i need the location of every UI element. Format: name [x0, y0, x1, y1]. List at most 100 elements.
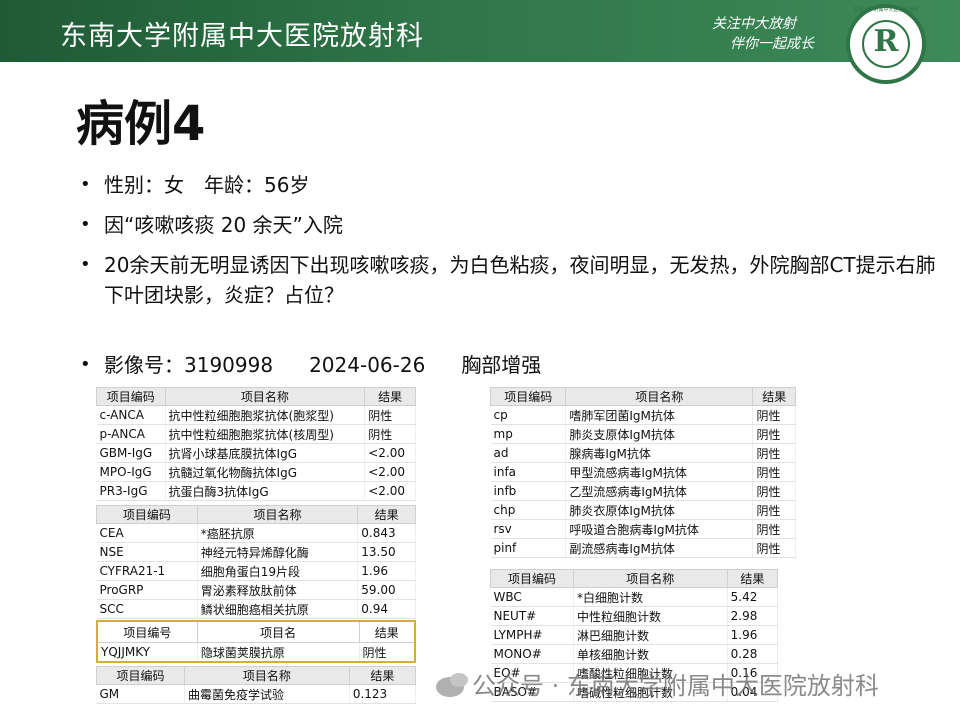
table-cell: 曲霉菌免疫学试验 [184, 684, 350, 704]
column-header: 项目编码 [489, 387, 567, 406]
table-row: WBC *白细胞计数 5.42 [490, 587, 779, 607]
page-title: 病例4 [76, 96, 206, 152]
column-header: 项目编码 [96, 505, 198, 524]
table-cell: 胃泌素释放肽前体 [197, 580, 359, 600]
table-cell: LYMPH# [490, 625, 574, 645]
table-cell: 细胞角蛋白19片段 [197, 561, 359, 581]
table-row: infa 甲型流感病毒IgM抗体 阴性 [490, 462, 796, 482]
table-row: CYFRA21-1 细胞角蛋白19片段 1.96 [96, 561, 416, 581]
table-cell: 呼吸道合胞病毒IgM抗体 [565, 519, 754, 539]
igm-antibody-table: 项目编码 项目名称 结果 cp 嗜肺军团菌IgM抗体 阴性 mp 肺炎支原体IgM抗体 阴性 ad… [489, 387, 796, 558]
table-header-row: 项目编码 项目名称 结果 [489, 387, 796, 406]
table-cell: 单核细胞计数 [573, 644, 728, 664]
table-cell: SCC [96, 599, 198, 619]
table-row: NSE 神经元特异烯醇化酶 13.50 [96, 542, 416, 562]
table-cell: cp [490, 405, 567, 425]
table-row: chp 肺炎衣原体IgM抗体 阴性 [490, 500, 796, 520]
column-header: 项目编码 [490, 569, 574, 588]
table-cell: 嗜肺军团菌IgM抗体 [565, 405, 754, 425]
table-cell: 甲型流感病毒IgM抗体 [565, 462, 754, 482]
table-row: YQJJMKY 隐球菌荚膜抗原 阴性 [97, 642, 416, 663]
slogan-line-2: 伴你一起成长 [730, 36, 814, 52]
table-cell: pinf [490, 538, 567, 558]
table-cell: <2.00 [364, 462, 416, 482]
table-cell: mp [490, 424, 567, 444]
table-cell: 抗中性粒细胞胞浆抗体(核周型) [165, 424, 366, 444]
header-title: 东南大学附属中大医院放射科 [60, 21, 424, 52]
table-cell: 阴性 [752, 519, 796, 539]
wechat-watermark: 公众号 · 东南大学附属中大医院放射科 [436, 666, 879, 701]
table-cell: 2.98 [727, 606, 779, 626]
table-cell: CEA [96, 523, 198, 543]
table-row: NEUT# 中性粒细胞计数 2.98 [490, 606, 779, 626]
table-cell: 鳞状细胞癌相关抗原 [197, 599, 359, 619]
column-header: 结果 [357, 505, 416, 524]
table-cell: infb [490, 481, 567, 501]
table-cell: ad [490, 443, 567, 463]
table-cell: 1.96 [727, 625, 779, 645]
table-cell: GBM-IgG [96, 443, 166, 463]
table-header-row: 项目编码 项目名称 结果 [96, 387, 416, 406]
cryptococcus-table: 项目编号 项目名 结果 YQJJMKY 隐球菌荚膜抗原 阴性 [96, 620, 416, 663]
table-row: SCC 鳞状细胞癌相关抗原 0.94 [96, 599, 416, 619]
table-header-row: 项目编码 项目名称 结果 [490, 569, 779, 588]
table-cell: GM [96, 684, 186, 704]
logo-glyph: R [873, 24, 899, 59]
table-cell: NEUT# [490, 606, 574, 626]
table-header-row: 项目编码 项目名称 结果 [95, 666, 417, 685]
table-row: rsv 呼吸道合胞病毒IgM抗体 阴性 [490, 519, 796, 539]
wechat-icon [436, 673, 468, 697]
table-cell: c-ANCA [96, 405, 166, 425]
header-slogan: 关注中大放射 伴你一起成长 [712, 14, 814, 54]
column-header: 结果 [358, 620, 416, 643]
table-cell: 阴性 [752, 424, 796, 444]
table-cell: 59.00 [357, 580, 416, 600]
table-row: MONO# 单核细胞计数 0.28 [490, 644, 779, 664]
table-cell: MONO# [490, 644, 574, 664]
table-cell: 阴性 [752, 481, 796, 501]
table-cell: 抗肾小球基底膜抗体IgG [165, 443, 366, 463]
table-cell: 淋巴细胞计数 [573, 625, 728, 645]
column-header: 项目名称 [196, 505, 359, 524]
table-cell: 13.50 [357, 542, 416, 562]
table-cell: 阴性 [752, 462, 796, 482]
table-cell: 腺病毒IgM抗体 [565, 443, 754, 463]
column-header: 项目编号 [96, 620, 198, 643]
logo-ring-text: 东南大学附属中大医院放射科 [853, 7, 919, 13]
table-cell: 阴性 [752, 405, 796, 425]
table-cell: 1.96 [357, 561, 416, 581]
table-cell: 阴性 [364, 424, 416, 444]
bullet-imaging: 影像号：3190998 2024-06-26 胸部增强 [80, 350, 577, 380]
table-cell: 中性粒细胞计数 [573, 606, 728, 626]
table-cell: rsv [490, 519, 567, 539]
table-row: CEA *癌胚抗原 0.843 [96, 523, 416, 543]
bullet-sex-age: 性别：女 年龄：56岁 [80, 170, 940, 200]
column-header: 结果 [364, 387, 416, 406]
table-row: mp 肺炎支原体IgM抗体 阴性 [490, 424, 796, 444]
table-cell: <2.00 [364, 443, 416, 463]
table-row: cp 嗜肺军团菌IgM抗体 阴性 [490, 405, 796, 425]
table-cell: *白细胞计数 [573, 587, 728, 607]
table-cell: MPO-IgG [96, 462, 166, 482]
table-cell: 乙型流感病毒IgM抗体 [565, 481, 754, 501]
table-cell: 阴性 [752, 538, 796, 558]
table-cell: infa [490, 462, 567, 482]
table-cell: 隐球菌荚膜抗原 [197, 642, 360, 663]
table-row: MPO-IgG 抗髓过氧化物酶抗体IgG <2.00 [96, 462, 416, 482]
table-cell: *癌胚抗原 [197, 523, 359, 543]
bullet-history: 20余天前无明显诱因下出现咳嗽咳痰，为白色粘痰，夜间明显，无发热，外院胸部CT提… [80, 250, 940, 310]
anca-table: 项目编码 项目名称 结果 c-ANCA 抗中性粒细胞胞浆抗体(胞浆型) 阴性 p-ANCA 抗… [96, 387, 416, 501]
table-cell: 0.94 [357, 599, 416, 619]
table-cell: 神经元特异烯醇化酶 [197, 542, 359, 562]
table-row: GM 曲霉菌免疫学试验 0.123 [96, 684, 417, 704]
imaging-exam: 胸部增强 [461, 353, 542, 377]
column-header: 项目编码 [96, 387, 166, 406]
table-cell: 肺炎支原体IgM抗体 [565, 424, 754, 444]
column-header: 项目名称 [184, 666, 350, 685]
table-cell: <2.00 [364, 481, 416, 501]
table-cell: WBC [490, 587, 574, 607]
table-cell: PR3-IgG [96, 481, 166, 501]
table-row: GBM-IgG 抗肾小球基底膜抗体IgG <2.00 [96, 443, 416, 463]
bullet-chief-complaint: 因“咳嗽咳痰 20 余天”入院 [80, 210, 940, 240]
column-header: 项目名称 [565, 387, 754, 406]
